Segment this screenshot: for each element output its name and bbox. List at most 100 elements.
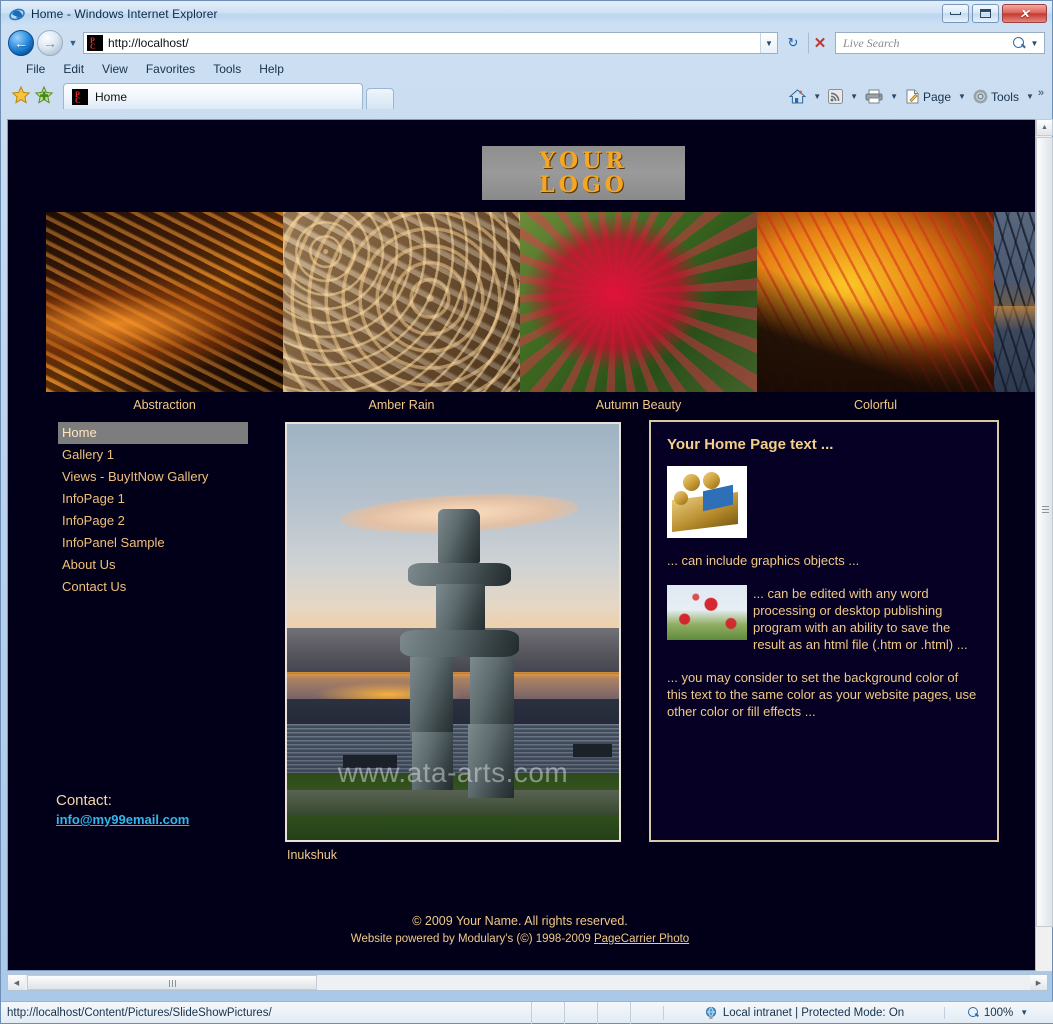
forward-button[interactable]: → xyxy=(37,30,63,56)
address-value: http://localhost/ xyxy=(108,36,189,50)
nav-item-infopage-2[interactable]: InfoPage 2 xyxy=(58,510,248,532)
print-button[interactable] xyxy=(862,87,886,106)
status-cell-4 xyxy=(630,1001,663,1024)
nav-item-home[interactable]: Home xyxy=(58,422,248,444)
scroll-up-button[interactable]: ▲ xyxy=(1036,119,1053,136)
contact-email-link[interactable]: info@my99email.com xyxy=(56,812,189,827)
feature-photo[interactable]: www.ata-arts.com xyxy=(285,422,621,842)
address-input[interactable]: PC http://localhost/ ▼ xyxy=(83,32,778,54)
inukshuk-leg-left xyxy=(409,656,453,741)
thumbnail-abstraction[interactable] xyxy=(46,212,283,392)
people-head-3 xyxy=(674,491,688,505)
nav-item-infopage-1[interactable]: InfoPage 1 xyxy=(58,488,248,510)
thumbnail-caption-1: Abstraction xyxy=(133,398,196,412)
thumbnail-amber-rain[interactable] xyxy=(283,212,520,392)
menu-tools[interactable]: Tools xyxy=(204,61,250,77)
feeds-dropdown-icon[interactable]: ▼ xyxy=(847,92,861,101)
vertical-scroll-thumb[interactable] xyxy=(1036,137,1053,927)
inukshuk-belt xyxy=(399,629,520,657)
security-zone[interactable]: Local intranet | Protected Mode: On xyxy=(663,1005,944,1020)
h-scroll-thumb-grip xyxy=(169,980,176,987)
vertical-scrollbar[interactable]: ▲ xyxy=(1035,119,1053,971)
feeds-button[interactable] xyxy=(825,87,846,106)
logo-line-1: YOUR xyxy=(539,148,628,174)
command-bar: ▼ ▼ ▼ Page ▼ Tools ▼ » xyxy=(786,87,1044,106)
overflow-chevron-icon[interactable]: » xyxy=(1038,87,1044,99)
thumbnail-caption-4: Colorful xyxy=(853,398,898,412)
history-dropdown-icon[interactable]: ▼ xyxy=(66,38,80,48)
menu-view[interactable]: View xyxy=(93,61,137,77)
contact-block: Contact: info@my99email.com xyxy=(56,792,189,829)
menu-favorites[interactable]: Favorites xyxy=(137,61,204,77)
panel-paragraph-1: ... can be edited with any word processi… xyxy=(753,586,968,652)
refresh-button[interactable]: ↻ xyxy=(781,32,805,54)
page-footer: © 2009 Your Name. All rights reserved. W… xyxy=(8,914,1032,945)
panel-heading: Your Home Page text ... xyxy=(667,436,834,453)
search-dropdown-icon[interactable]: ▼ xyxy=(1027,39,1042,48)
menu-help[interactable]: Help xyxy=(250,61,293,77)
close-button[interactable]: ✕ xyxy=(1002,4,1047,23)
add-to-favorites-icon[interactable] xyxy=(34,85,54,105)
maximize-button[interactable] xyxy=(972,4,999,23)
nav-item-contact-us[interactable]: Contact Us xyxy=(58,576,248,598)
path-layer xyxy=(287,790,619,816)
panel-paragraph-1-wrap: ... can be edited with any word processi… xyxy=(667,585,981,653)
nav-item-gallery-1[interactable]: Gallery 1 xyxy=(58,444,248,466)
favorites-star-icon[interactable] xyxy=(11,85,31,105)
scroll-left-button[interactable]: ◀ xyxy=(8,975,25,990)
address-bar: ← → ▼ PC http://localhost/ ▼ ↻ ✕ Live Se… xyxy=(1,27,1052,59)
status-cell-3 xyxy=(597,1001,630,1024)
panel-paragraph-2: ... you may consider to set the backgrou… xyxy=(667,670,977,719)
thumbnail-colorful[interactable] xyxy=(757,212,994,392)
search-input[interactable]: Live Search ▼ xyxy=(835,32,1045,54)
print-dropdown-icon[interactable]: ▼ xyxy=(887,92,901,101)
intranet-zone-icon xyxy=(704,1006,718,1020)
address-dropdown-icon[interactable]: ▼ xyxy=(760,33,777,53)
nav-item-about-us[interactable]: About Us xyxy=(58,554,248,576)
web-page: YOUR LOGO Abstraction Amber Rain Autumn … xyxy=(8,120,1048,970)
status-cell-2 xyxy=(564,1001,597,1024)
new-tab-button[interactable] xyxy=(366,88,394,109)
home-dropdown-icon[interactable]: ▼ xyxy=(810,92,824,101)
stop-button[interactable]: ✕ xyxy=(808,32,832,54)
thumbnail-caption-2: Amber Rain xyxy=(368,398,435,412)
search-icon[interactable] xyxy=(1012,36,1027,51)
scroll-right-button[interactable]: ▶ xyxy=(1030,975,1047,990)
feature-photo-caption: Inukshuk xyxy=(287,848,338,862)
status-cell-1 xyxy=(531,1001,564,1024)
logo-line-2: LOGO xyxy=(539,172,628,198)
panel-caption-1: ... can include graphics objects ... xyxy=(667,553,860,568)
zoom-dropdown-icon[interactable]: ▼ xyxy=(1017,1008,1031,1017)
contact-label: Contact: xyxy=(56,792,112,809)
panel-graphic-poppies xyxy=(667,585,747,640)
tab-home[interactable]: PC Home xyxy=(63,83,363,109)
status-bar: http://localhost/Content/Pictures/SlideS… xyxy=(1,1001,1053,1024)
security-zone-label: Local intranet | Protected Mode: On xyxy=(722,1006,905,1019)
thumbnail-captions: Abstraction Amber Rain Autumn Beauty Col… xyxy=(46,398,1032,420)
tools-menu-button[interactable]: Tools xyxy=(970,87,1022,106)
tab-favicon: PC xyxy=(72,88,88,105)
minimize-button[interactable] xyxy=(942,4,969,23)
home-button[interactable] xyxy=(786,87,809,106)
inukshuk-head xyxy=(438,509,480,564)
thumbnail-autumn-beauty[interactable] xyxy=(520,212,757,392)
tools-dropdown-icon[interactable]: ▼ xyxy=(1023,92,1037,101)
people-head-2 xyxy=(703,472,720,489)
horizontal-scroll-thumb[interactable] xyxy=(27,975,317,990)
nav-item-infopanel-sample[interactable]: InfoPanel Sample xyxy=(58,532,248,554)
zoom-icon xyxy=(967,1006,980,1019)
page-dropdown-icon[interactable]: ▼ xyxy=(955,92,969,101)
search-placeholder: Live Search xyxy=(843,35,900,50)
footer-powered-by-text: Website powered by Modulary's (©) 1998-2… xyxy=(350,933,594,945)
back-button[interactable]: ← xyxy=(8,30,34,56)
page-menu-button[interactable]: Page xyxy=(902,87,954,106)
footer-pagecarrier-link[interactable]: PageCarrier Photo xyxy=(594,933,689,945)
zoom-control[interactable]: 100% ▼ xyxy=(944,1006,1053,1019)
site-logo[interactable]: YOUR LOGO xyxy=(482,146,685,200)
tab-label: Home xyxy=(95,89,128,104)
people-head-1 xyxy=(683,474,700,491)
menu-file[interactable]: File xyxy=(17,61,54,77)
menu-edit[interactable]: Edit xyxy=(54,61,93,77)
horizontal-scrollbar[interactable]: ◀ ▶ xyxy=(7,974,1048,991)
nav-item-views-buyitnow[interactable]: Views - BuyItNow Gallery xyxy=(58,466,248,488)
